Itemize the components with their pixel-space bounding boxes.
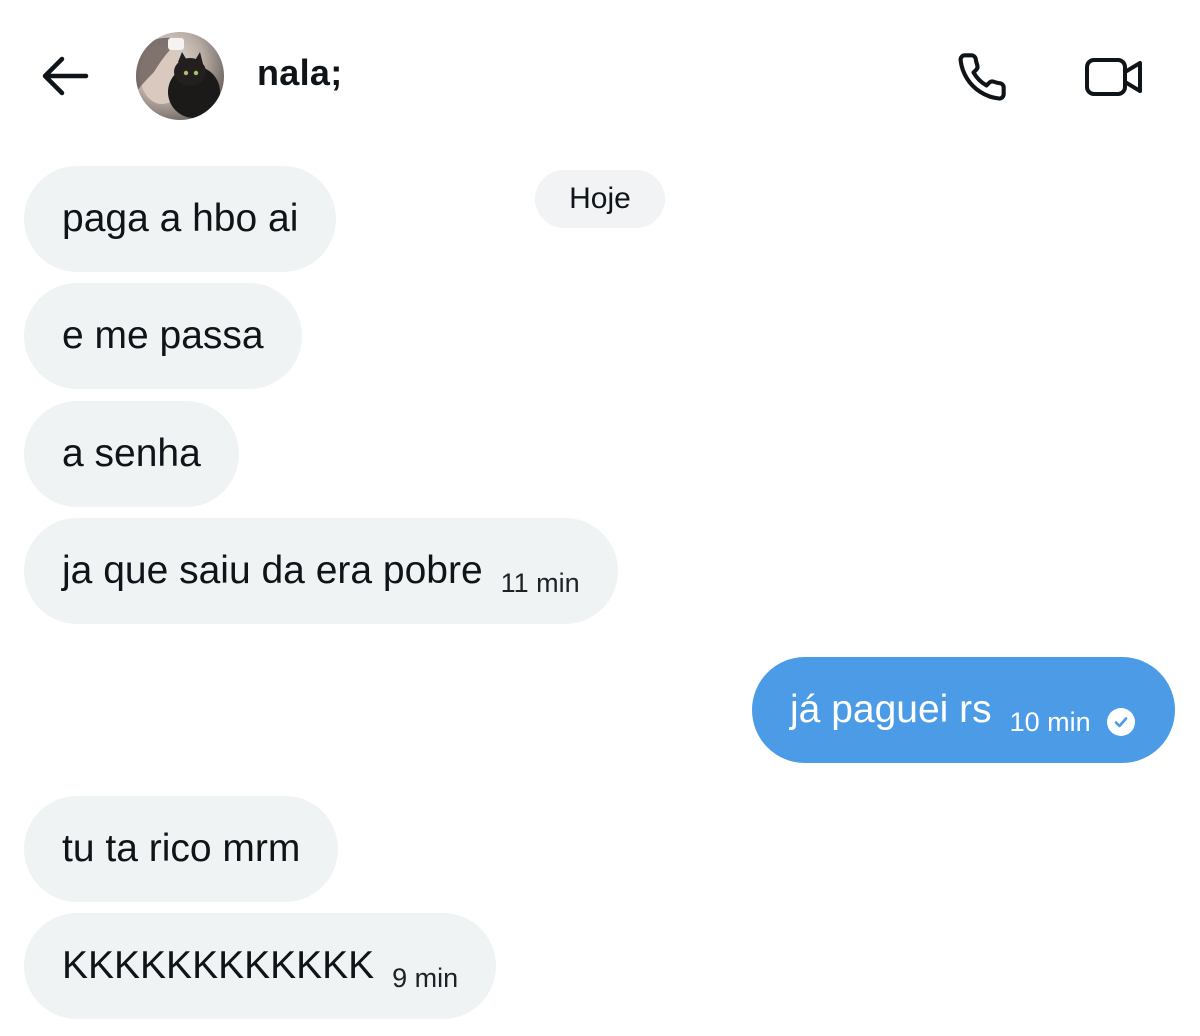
message-bubble[interactable]: paga a hbo ai xyxy=(24,166,337,272)
message-bubble[interactable]: a senha xyxy=(24,401,239,507)
message-timestamp: 10 min xyxy=(1009,706,1091,737)
video-call-button[interactable] xyxy=(1078,46,1150,108)
call-button[interactable] xyxy=(950,46,1014,108)
message-text: já paguei rs xyxy=(790,688,992,731)
contact-name[interactable]: nala; xyxy=(257,52,343,94)
message-bubble[interactable]: tu ta rico mrm xyxy=(24,796,339,902)
back-button[interactable] xyxy=(36,50,92,102)
message-bubble-outgoing[interactable]: já paguei rs 10 min xyxy=(752,657,1175,763)
arrow-left-icon xyxy=(42,56,89,96)
video-camera-icon xyxy=(1085,58,1142,96)
avatar[interactable] xyxy=(136,32,224,120)
message-text: ja que saiu da era pobre xyxy=(62,549,483,592)
message-bubble[interactable]: ja que saiu da era pobre 11 min xyxy=(24,518,618,624)
message-timestamp: 11 min xyxy=(500,567,580,598)
date-divider: Hoje xyxy=(535,170,665,228)
message-text: tu ta rico mrm xyxy=(62,827,301,870)
message-text: e me passa xyxy=(62,314,264,357)
message-bubble[interactable]: KKKKKKKKKKKK 9 min xyxy=(24,913,497,1019)
message-text: paga a hbo ai xyxy=(62,197,299,240)
message-bubble[interactable]: e me passa xyxy=(24,283,302,389)
message-text: a senha xyxy=(62,432,201,475)
message-timestamp: 9 min xyxy=(392,962,459,993)
check-circle-icon xyxy=(1106,708,1135,736)
conversation-header: nala; xyxy=(0,0,1200,150)
avatar-image xyxy=(136,32,224,120)
phone-icon xyxy=(958,53,1006,101)
message-text: KKKKKKKKKKKK xyxy=(62,944,375,987)
